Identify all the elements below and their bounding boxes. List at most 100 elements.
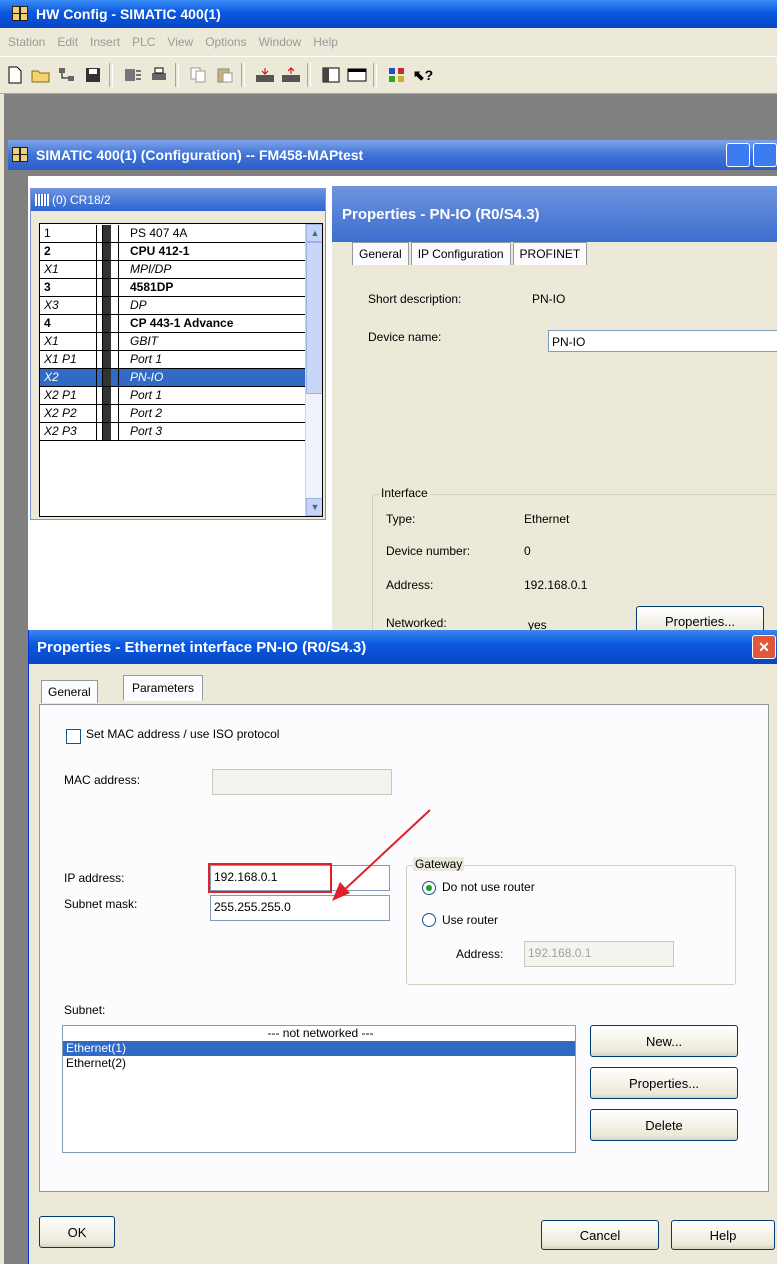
rack-divider [96, 297, 97, 314]
catalog-icon[interactable] [320, 64, 342, 86]
ethernet-interface-dialog: Properties - Ethernet interface PN-IO (R… [28, 630, 777, 1264]
subnet-item-not-networked[interactable]: --- not networked --- [63, 1026, 575, 1041]
module-icon [102, 261, 111, 278]
rack-row[interactable]: X3 DP [40, 297, 308, 315]
rack-divider [96, 279, 97, 296]
rack-slot: X2 P2 [44, 406, 77, 420]
config-window-controls [723, 143, 777, 167]
rack-slot: X3 [44, 298, 59, 312]
minimize-button[interactable] [726, 143, 750, 167]
mac-iso-checkbox[interactable] [66, 729, 81, 744]
rack-row[interactable]: 4 CP 443-1 Advance [40, 315, 308, 333]
rack-row[interactable]: X2 PN-IO [40, 369, 308, 387]
module-icon [102, 387, 111, 404]
menu-window[interactable]: Window [259, 35, 302, 49]
rack-scrollbar[interactable]: ▲ ▼ [305, 224, 322, 516]
rack-row[interactable]: X1 GBIT [40, 333, 308, 351]
new-subnet-button[interactable]: New... [590, 1025, 738, 1057]
menu-plc[interactable]: PLC [132, 35, 155, 49]
tab-parameters[interactable]: Parameters [123, 675, 204, 701]
ethernet-dialog-title-bar[interactable]: Properties - Ethernet interface PN-IO (R… [29, 630, 777, 664]
tab-ip-configuration[interactable]: IP Configuration [410, 242, 511, 265]
menu-insert[interactable]: Insert [90, 35, 120, 49]
rack-divider [96, 405, 97, 422]
rack-icon [35, 194, 49, 206]
module-icon [102, 423, 111, 440]
scroll-thumb[interactable] [306, 242, 322, 394]
subnet-list[interactable]: --- not networked --- Ethernet(1) Ethern… [62, 1025, 576, 1153]
rack-row[interactable]: 3 4581DP [40, 279, 308, 297]
scroll-up-icon[interactable]: ▲ [306, 224, 322, 242]
short-description-value: PN-IO [532, 292, 566, 306]
rack-row[interactable]: 1 PS 407 4A [40, 225, 308, 243]
rack-slot: X2 P3 [44, 424, 77, 438]
network-icon[interactable] [56, 64, 78, 86]
rack-module: DP [130, 298, 147, 312]
tab-general[interactable]: General [352, 242, 409, 265]
window-icon[interactable] [346, 64, 368, 86]
compile-icon[interactable] [122, 64, 144, 86]
menu-station[interactable]: Station [8, 35, 45, 49]
rack-divider [96, 333, 97, 350]
new-icon[interactable] [4, 64, 26, 86]
rack-slot: X2 [44, 370, 59, 384]
module-icon [102, 405, 111, 422]
toolbar-separator [109, 63, 113, 87]
save-icon[interactable] [82, 64, 104, 86]
address-label: Address: [386, 578, 434, 592]
rack-divider [118, 369, 119, 386]
mac-address-field[interactable] [212, 769, 392, 795]
module-icon [102, 279, 111, 296]
main-window: HW Config - SIMATIC 400(1) Station Edit … [0, 0, 777, 1264]
rack-row[interactable]: X2 P1 Port 1 [40, 387, 308, 405]
rack-slot: 1 [44, 226, 51, 240]
delete-subnet-button[interactable]: Delete [590, 1109, 738, 1141]
tab-general[interactable]: General [41, 680, 98, 703]
print-icon[interactable] [148, 64, 170, 86]
rack-module: CP 443-1 Advance [130, 316, 234, 330]
rack-title-bar[interactable]: (0) CR18/2 [31, 189, 325, 211]
rack-divider [118, 261, 119, 278]
rack-row[interactable]: X1 MPI/DP [40, 261, 308, 279]
menu-view[interactable]: View [167, 35, 193, 49]
subnet-item-ethernet2[interactable]: Ethernet(2) [63, 1056, 575, 1071]
rack-row[interactable]: X2 P2 Port 2 [40, 405, 308, 423]
address-value: 192.168.0.1 [524, 578, 588, 592]
config-window-title-bar[interactable]: SIMATIC 400(1) (Configuration) -- FM458-… [8, 140, 777, 170]
close-icon[interactable]: ✕ [752, 635, 776, 659]
help-icon[interactable]: ⬉? [412, 64, 434, 86]
netpro-icon[interactable] [386, 64, 408, 86]
subnet-item-ethernet1[interactable]: Ethernet(1) [63, 1041, 575, 1056]
open-icon[interactable] [30, 64, 52, 86]
pnio-properties-title[interactable]: Properties - PN-IO (R0/S4.3) [332, 186, 777, 242]
upload-icon[interactable] [280, 64, 302, 86]
scroll-down-icon[interactable]: ▼ [306, 498, 322, 516]
type-value: Ethernet [524, 512, 570, 526]
ok-button[interactable]: OK [39, 1216, 115, 1248]
copy-icon[interactable] [188, 64, 210, 86]
rack-row[interactable]: X1 P1 Port 1 [40, 351, 308, 369]
hw-config-app-icon [12, 6, 32, 22]
rack-divider [118, 351, 119, 368]
module-icon [102, 315, 111, 332]
rack-row[interactable]: X2 P3 Port 3 [40, 423, 308, 441]
paste-icon[interactable] [214, 64, 236, 86]
download-icon[interactable] [254, 64, 276, 86]
device-number-label: Device number: [386, 544, 471, 558]
maximize-button[interactable] [753, 143, 777, 167]
menu-edit[interactable]: Edit [57, 35, 78, 49]
rack-row[interactable]: 2 CPU 412-1 [40, 243, 308, 261]
rack-divider [118, 333, 119, 350]
help-button[interactable]: Help [671, 1220, 775, 1250]
tab-profinet[interactable]: PROFINET [512, 242, 588, 265]
rack-divider [96, 225, 97, 242]
menu-help[interactable]: Help [313, 35, 338, 49]
cancel-button[interactable]: Cancel [541, 1220, 659, 1250]
parameters-panel: Set MAC address / use ISO protocol MAC a… [39, 704, 769, 1192]
menu-options[interactable]: Options [205, 35, 246, 49]
subnet-properties-button[interactable]: Properties... [590, 1067, 738, 1099]
device-name-field[interactable]: PN-IO [548, 330, 777, 352]
router-address-field[interactable]: 192.168.0.1 [524, 941, 674, 967]
main-title-bar[interactable]: HW Config - SIMATIC 400(1) [0, 0, 777, 28]
annotation-arrow [332, 809, 431, 901]
